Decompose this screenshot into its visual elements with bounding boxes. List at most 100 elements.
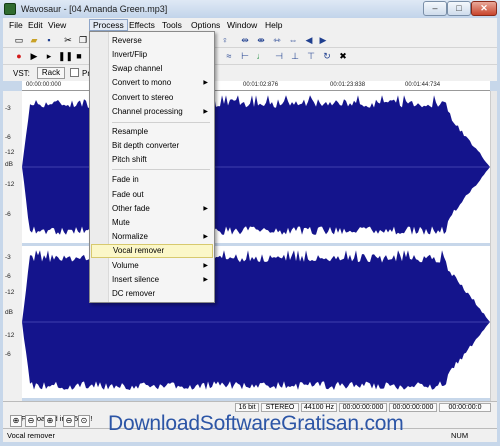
submenu-arrow-icon: ▶ <box>203 277 208 283</box>
menu-item-label: Bit depth converter <box>112 141 180 150</box>
zoom-vertical-icon[interactable]: ⊕ <box>44 415 56 427</box>
minimize-button[interactable]: – <box>423 1 447 16</box>
vertical-scrollbar[interactable] <box>490 91 497 401</box>
zoom-out-icon[interactable]: ⊖ <box>25 415 37 427</box>
menu-file[interactable]: File <box>6 19 26 31</box>
main-toolbar: ▭ ▰ ▪ ✂ ❐ ♀ ⇹ ⇼ ⇿ ⇔ ◀ ▶ <box>3 32 497 48</box>
snap-icon[interactable]: ⊢ <box>239 50 251 62</box>
menu-item-label: DC remover <box>112 289 156 298</box>
ruler-tick-label: 00:01:23:838 <box>330 82 366 88</box>
menu-item-label: Vocal remover <box>113 246 165 255</box>
copy-icon[interactable]: ❐ <box>77 34 89 46</box>
scroll-right-icon[interactable]: ▶ <box>317 34 329 46</box>
app-window: Wavosaur - [04 Amanda Green.mp3] – □ ✕ F… <box>0 0 500 446</box>
menu-item-other-fade[interactable]: Other fade ▶ <box>91 202 213 216</box>
menu-effects[interactable]: Effects <box>126 19 158 31</box>
menu-item-vocal-remover[interactable]: Vocal remover <box>91 244 213 258</box>
menu-item-fade-in[interactable]: Fade in <box>91 173 213 187</box>
ruler-tick-label: 00:01:02:876 <box>243 82 279 88</box>
menu-item-normalize[interactable]: Normalize ▶ <box>91 230 213 244</box>
menu-help[interactable]: Help <box>262 19 285 31</box>
menu-tools[interactable]: Tools <box>159 19 185 31</box>
vst-rack-button[interactable]: Rack <box>37 67 65 79</box>
menu-item-bit-depth-converter[interactable]: Bit depth converter <box>91 139 213 153</box>
loop-icon[interactable]: ↻ <box>321 50 333 62</box>
menu-process[interactable]: Process <box>89 19 128 31</box>
menu-item-label: Convert to stereo <box>112 93 174 102</box>
menu-item-label: Swap channel <box>112 64 163 73</box>
menu-item-label: Pitch shift <box>112 155 147 164</box>
ruler-tick-label: 00:00:00:000 <box>26 82 62 88</box>
num-lock-indicator: NUM <box>451 431 469 440</box>
new-file-icon[interactable]: ▭ <box>13 34 25 46</box>
menu-item-resample[interactable]: Resample <box>91 125 213 139</box>
menu-item-fade-out[interactable]: Fade out <box>91 188 213 202</box>
zoom-out-horizontal-icon[interactable]: ⇼ <box>255 34 267 46</box>
menu-view[interactable]: View <box>45 19 69 31</box>
stop-icon[interactable]: ■ <box>73 50 85 62</box>
selection-start-field: 00:00:00:000 <box>339 403 387 412</box>
zoom-selection-icon[interactable]: ⇿ <box>271 34 283 46</box>
merge-icon[interactable]: ⊤ <box>305 50 317 62</box>
menu-item-channel-processing[interactable]: Channel processing ▶ <box>91 105 213 119</box>
menu-item-label: Other fade <box>112 204 150 213</box>
ruler-tick-label: 00:01:44:734 <box>405 82 441 88</box>
db-label: dB <box>5 309 13 316</box>
menu-item-label: Invert/Flip <box>112 50 148 59</box>
menu-separator <box>112 169 210 170</box>
db-label: -3 <box>5 254 11 261</box>
pause-icon[interactable]: ❚❚ <box>58 50 73 62</box>
menu-window[interactable]: Window <box>224 19 260 31</box>
db-label: -12 <box>5 181 15 188</box>
menu-edit[interactable]: Edit <box>25 19 46 31</box>
process-menu-dropdown: Reverse Invert/Flip Swap channel Convert… <box>89 31 215 303</box>
zoom-vertical-out-icon[interactable]: ⊖ <box>63 415 75 427</box>
zoom-in-horizontal-icon[interactable]: ⇹ <box>239 34 251 46</box>
menu-item-label: Reverse <box>112 36 142 45</box>
zoom-full-icon[interactable]: ⇔ <box>287 34 299 46</box>
open-folder-icon[interactable]: ▰ <box>28 34 40 46</box>
db-label: dB <box>5 161 13 168</box>
db-label: -6 <box>5 134 11 141</box>
marker-icon[interactable]: ♀ <box>219 34 231 46</box>
transport-toolbar: ● ▶ ▸ ❚❚ ■ ≈ ⊢ ♩ ⊣ ⊥ ⊤ ↻ ✖ <box>3 48 497 65</box>
menu-item-invert-flip[interactable]: Invert/Flip <box>91 48 213 62</box>
menu-item-insert-silence[interactable]: Insert silence ▶ <box>91 273 213 287</box>
menu-separator <box>112 122 210 123</box>
selection-end-field: 00:00:00:000 <box>389 403 437 412</box>
db-scale: -3 -6 -12 dB -12 -6 -3 -6 -12 dB -12 -6 <box>3 91 22 401</box>
split-icon[interactable]: ⊥ <box>289 50 301 62</box>
kick-icon[interactable]: ♩ <box>255 50 267 62</box>
close-button[interactable]: ✕ <box>471 1 497 16</box>
menu-item-label: Volume <box>112 261 139 270</box>
cut-icon[interactable]: ✂ <box>62 34 74 46</box>
db-label: -12 <box>5 289 15 296</box>
record-icon[interactable]: ● <box>13 50 25 62</box>
menu-item-pitch-shift[interactable]: Pitch shift <box>91 153 213 167</box>
menu-item-reverse[interactable]: Reverse <box>91 34 213 48</box>
zoom-in-icon[interactable]: ⊕ <box>10 415 22 427</box>
menu-item-volume[interactable]: Volume ▶ <box>91 259 213 273</box>
vst-checkbox[interactable] <box>70 68 79 77</box>
menu-item-dc-remover[interactable]: DC remover <box>91 287 213 301</box>
menu-item-convert-to-stereo[interactable]: Convert to stereo <box>91 91 213 105</box>
play-loop-icon[interactable]: ▸ <box>43 50 55 62</box>
menu-options[interactable]: Options <box>188 19 223 31</box>
title-bar: Wavosaur - [04 Amanda Green.mp3] – □ ✕ <box>0 0 500 18</box>
menu-item-swap-channel[interactable]: Swap channel <box>91 62 213 76</box>
vst-label: VST: <box>13 69 30 78</box>
menu-bar: File Edit View Process Effects Tools Opt… <box>3 18 497 32</box>
wave-tool-icon[interactable]: ≈ <box>223 50 235 62</box>
trim-icon[interactable]: ⊣ <box>273 50 285 62</box>
menu-item-mute[interactable]: Mute <box>91 216 213 230</box>
length-field: 00:00:00:0 <box>439 403 491 412</box>
trash-icon[interactable]: ✖ <box>337 50 349 62</box>
zoom-reset-icon[interactable]: ⊙ <box>78 415 90 427</box>
play-icon[interactable]: ▶ <box>28 50 40 62</box>
submenu-arrow-icon: ▶ <box>203 206 208 212</box>
scroll-left-icon[interactable]: ◀ <box>303 34 315 46</box>
channels-field: STEREO <box>261 403 299 412</box>
menu-item-convert-to-mono[interactable]: Convert to mono ▶ <box>91 76 213 90</box>
save-icon[interactable]: ▪ <box>43 34 55 46</box>
maximize-button[interactable]: □ <box>447 1 471 16</box>
